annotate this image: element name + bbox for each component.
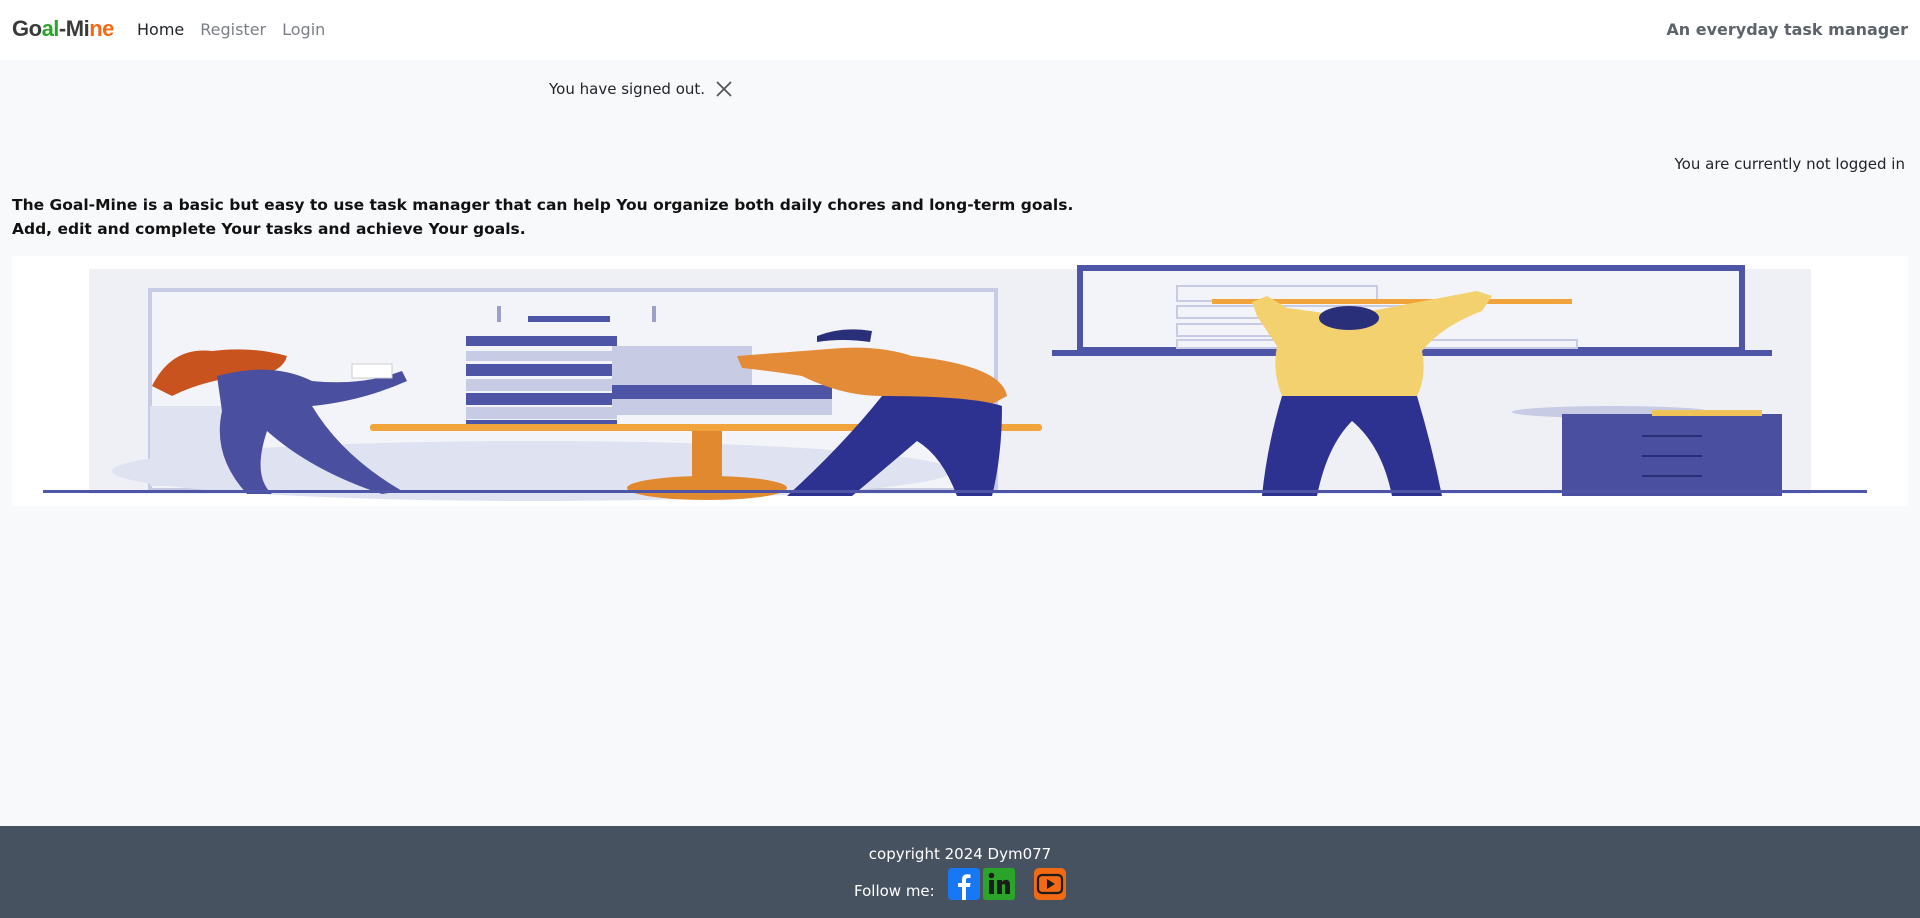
brand-part-dash: - <box>58 16 66 41</box>
alert-message: You have signed out. <box>549 80 706 98</box>
intro-line-1: The Goal-Mine is a basic but easy to use… <box>12 196 1074 214</box>
nav-login-link[interactable]: Login <box>282 20 325 39</box>
site-tagline: An everyday task manager <box>1666 20 1908 39</box>
brand-logo[interactable]: Goal-Mine <box>12 16 114 42</box>
login-status: You are currently not logged in <box>1674 155 1906 173</box>
copyright-text: copyright 2024 Dym077 <box>868 845 1052 863</box>
intro-text: The Goal-Mine is a basic but easy to use… <box>12 193 1073 241</box>
close-icon[interactable] <box>713 78 735 100</box>
brand-part-ne: ne <box>89 16 114 41</box>
hero-illustration <box>12 256 1908 506</box>
brand-part-go: Go <box>12 16 42 41</box>
facebook-icon[interactable] <box>948 868 980 900</box>
brand-part-al: al <box>41 16 60 41</box>
youtube-icon[interactable] <box>1034 868 1066 900</box>
linkedin-icon[interactable] <box>983 868 1015 900</box>
brand-part-mi: Mi <box>65 16 90 41</box>
follow-label: Follow me: <box>854 882 935 900</box>
signout-alert: You have signed out. <box>549 78 735 100</box>
intro-line-2: Add, edit and complete Your tasks and ac… <box>12 220 526 238</box>
nav-home-link[interactable]: Home <box>137 20 184 39</box>
navbar: Goal-Mine Home Register Login An everyda… <box>0 0 1920 60</box>
nav-register-link[interactable]: Register <box>200 20 266 39</box>
nav-links: Home Register Login <box>137 20 325 39</box>
footer: copyright 2024 Dym077 Follow me: <box>0 826 1920 918</box>
